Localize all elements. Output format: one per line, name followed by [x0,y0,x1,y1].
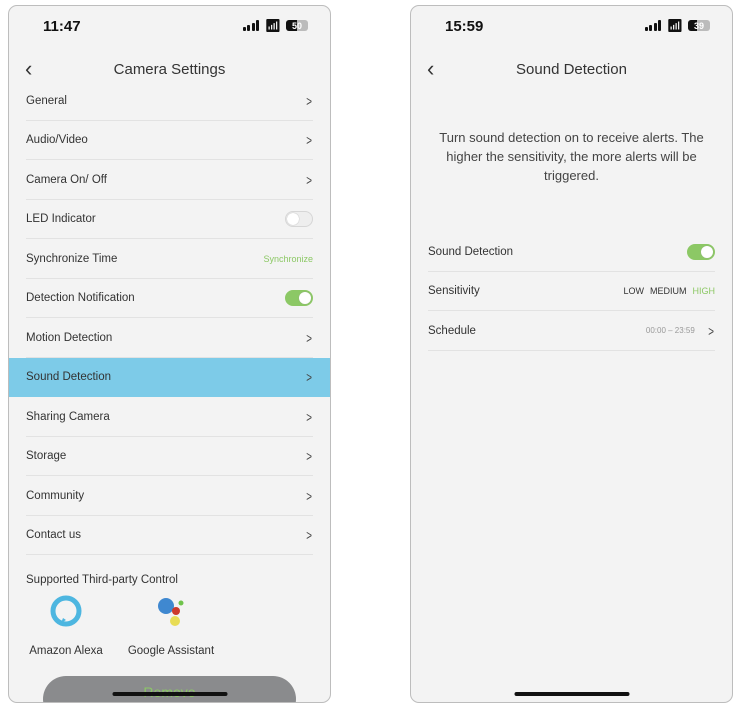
settings-row-audio-video[interactable]: Audio/Video > [9,121,330,161]
toggle-switch[interactable] [285,211,313,228]
wifi-icon: 📶︎ [666,18,683,33]
sound-detection-label: Sound Detection [428,245,514,258]
page-title: Camera Settings [113,61,226,78]
chevron-right-icon: > [306,408,312,425]
sound-detection-toggle[interactable] [687,243,715,260]
status-bar: 15:59 📶︎ 39 [411,18,732,38]
settings-row-detection-notification[interactable]: Detection Notification [9,279,330,319]
camera-settings-screen: 11:47 📶︎ 50 ‹ Camera Settings General > Au… [8,5,331,703]
settings-row-synchronize-time[interactable]: Synchronize Time Synchronize [9,239,330,279]
status-time: 11:47 [43,18,81,35]
schedule-row[interactable]: Schedule 00:00 – 23:59 > [411,311,732,351]
status-time: 15:59 [445,18,484,35]
remove-button[interactable]: Remove [43,676,296,702]
sensitivity-option-high[interactable]: HIGH [693,286,716,296]
google-assistant-icon [158,598,184,626]
settings-row-sound-detection[interactable]: Sound Detection > [9,357,330,397]
settings-row-label: Synchronize Time [26,252,118,265]
settings-row-label: Sharing Camera [26,410,110,423]
signal-icon [242,20,260,31]
home-indicator [112,692,227,696]
chevron-right-icon: > [306,527,312,544]
settings-row-community[interactable]: Community > [9,476,330,516]
settings-row-general[interactable]: General > [9,81,330,121]
settings-row-label: Contact us [26,529,81,542]
sensitivity-option-low[interactable]: LOW [623,286,644,296]
toggle-switch[interactable] [285,290,313,307]
third-party-heading: Supported Third-party Control [26,574,178,586]
chevron-right-icon: > [306,369,312,386]
settings-row-label: Storage [26,450,67,463]
settings-row-sharing-camera[interactable]: Sharing Camera > [9,397,330,437]
sound-detection-row: Sound Detection [411,232,732,272]
sensitivity-label: Sensitivity [428,285,480,298]
status-bar: 11:47 📶︎ 50 [9,18,330,38]
chevron-right-icon: > [306,448,312,465]
battery-icon: 39 [688,20,710,31]
settings-row-label: Detection Notification [26,292,135,305]
schedule-label: Schedule [428,324,476,337]
chevron-right-icon: > [708,322,714,339]
signal-icon [644,20,662,31]
settings-row-label: Camera On/ Off [26,173,107,186]
settings-row-label: Sound Detection [26,371,112,384]
chevron-right-icon: > [306,487,312,504]
sensitivity-row: Sensitivity LOW MEDIUM HIGH [411,272,732,312]
sensitivity-option-medium[interactable]: MEDIUM [650,286,687,296]
settings-row-camera-on-off[interactable]: Camera On/ Off > [9,160,330,200]
battery-icon: 50 [286,20,308,31]
description-text: Turn sound detection on to receive alert… [439,130,704,183]
settings-row-label: Audio/Video [26,134,88,147]
home-indicator [514,692,629,696]
sound-detection-screen: 15:59 📶︎ 39 ‹ Sound Detection Turn sound… [410,5,733,703]
amazon-alexa-item[interactable]: Amazon Alexa [26,594,106,657]
settings-row-label: General [26,94,67,107]
wifi-icon: 📶︎ [264,18,281,33]
sensitivity-selector: LOW MEDIUM HIGH [623,286,715,296]
settings-row-contact-us[interactable]: Contact us > [9,516,330,556]
synchronize-link[interactable]: Synchronize [263,254,313,264]
page-title: Sound Detection [516,61,627,78]
schedule-value: 00:00 – 23:59 [645,326,695,336]
settings-list: General > Audio/Video > Camera On/ Off > LED I… [9,81,330,555]
alexa-label: Amazon Alexa [29,645,103,657]
chevron-right-icon: > [306,132,312,149]
settings-row-motion-detection[interactable]: Motion Detection > [9,318,330,358]
google-assistant-label: Google Assistant [127,645,215,657]
settings-row-storage[interactable]: Storage > [9,437,330,477]
settings-row-label: Motion Detection [26,331,113,344]
settings-row-label: LED Indicator [26,213,96,226]
chevron-right-icon: > [306,171,312,188]
settings-row-led-indicator[interactable]: LED Indicator [9,200,330,240]
google-assistant-item[interactable]: Google Assistant [121,594,221,657]
alexa-icon [50,595,82,627]
settings-row-label: Community [26,489,85,502]
chevron-right-icon: > [306,329,312,346]
chevron-right-icon: > [306,92,312,109]
